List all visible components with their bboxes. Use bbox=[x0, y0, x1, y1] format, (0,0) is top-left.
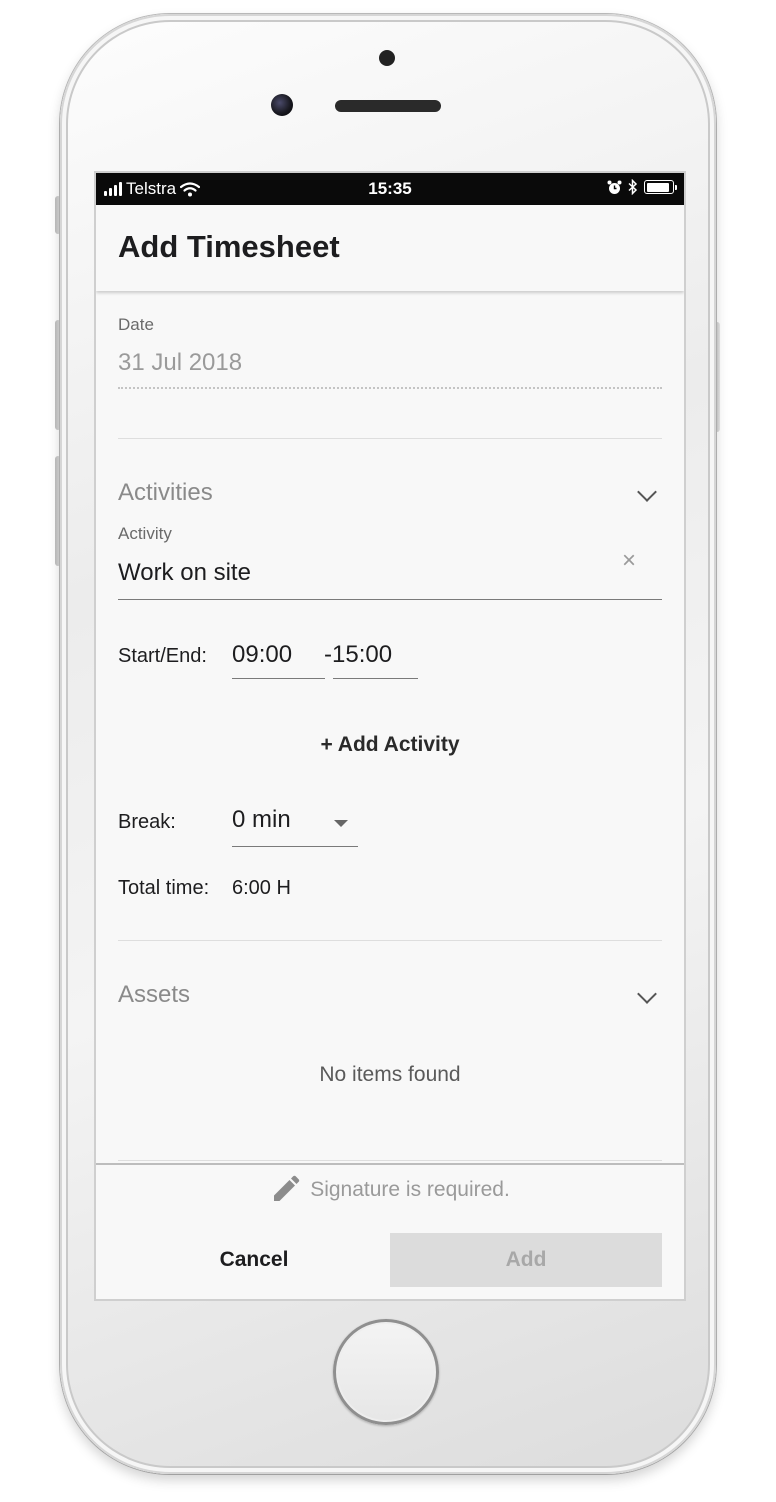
break-value: 0 min bbox=[232, 806, 291, 833]
activities-title: Activities bbox=[118, 479, 213, 506]
assets-title: Assets bbox=[118, 981, 191, 1008]
start-time-field[interactable]: 09:00 bbox=[232, 641, 292, 669]
break-label: Break: bbox=[118, 811, 176, 833]
front-camera bbox=[271, 94, 293, 116]
add-button[interactable]: Add bbox=[390, 1233, 662, 1287]
date-field-underline bbox=[118, 387, 662, 389]
chevron-down-icon[interactable] bbox=[637, 482, 657, 502]
alarm-icon bbox=[607, 180, 622, 194]
proximity-sensor bbox=[379, 50, 395, 66]
total-time-value: 6:00 H bbox=[232, 877, 291, 899]
phone-screen: Telstra 15:35 Add Timesheet Date 31 Jul … bbox=[94, 171, 686, 1301]
add-activity-button[interactable]: + Add Activity bbox=[118, 733, 662, 757]
page-title: Add Timesheet bbox=[118, 229, 340, 264]
home-button[interactable] bbox=[333, 1319, 439, 1425]
signature-prompt[interactable]: Signature is required. bbox=[96, 1175, 684, 1205]
form-footer: Signature is required. Cancel Add bbox=[96, 1163, 684, 1299]
date-field[interactable]: 31 Jul 2018 bbox=[118, 349, 242, 377]
status-bar: Telstra 15:35 bbox=[96, 173, 684, 205]
divider bbox=[118, 940, 662, 941]
assets-empty-message: No items found bbox=[319, 1063, 461, 1086]
end-time-field[interactable]: -15:00 bbox=[324, 641, 392, 669]
pencil-icon bbox=[274, 1175, 300, 1201]
app-header: Add Timesheet bbox=[96, 205, 684, 291]
bluetooth-icon bbox=[628, 179, 638, 195]
cancel-button[interactable]: Cancel bbox=[118, 1233, 390, 1287]
activity-field[interactable]: Work on site bbox=[118, 559, 251, 587]
start-time-underline bbox=[232, 678, 325, 679]
date-label: Date bbox=[118, 315, 154, 334]
end-time-underline bbox=[333, 678, 418, 679]
battery-icon bbox=[644, 180, 677, 194]
signature-message: Signature is required. bbox=[310, 1178, 510, 1201]
battery-level bbox=[646, 182, 669, 192]
total-time-label: Total time: bbox=[118, 877, 210, 899]
close-icon[interactable]: × bbox=[622, 549, 636, 573]
chevron-down-icon bbox=[334, 820, 348, 827]
divider bbox=[118, 438, 662, 439]
earpiece-speaker bbox=[335, 100, 441, 112]
divider bbox=[118, 1160, 662, 1161]
status-time: 15:35 bbox=[368, 179, 412, 198]
start-end-label: Start/End: bbox=[118, 645, 207, 667]
chevron-down-icon[interactable] bbox=[637, 984, 657, 1004]
status-right bbox=[607, 179, 677, 195]
break-select-underline bbox=[232, 846, 358, 847]
activity-label: Activity bbox=[118, 524, 172, 543]
activity-field-underline bbox=[118, 599, 662, 600]
